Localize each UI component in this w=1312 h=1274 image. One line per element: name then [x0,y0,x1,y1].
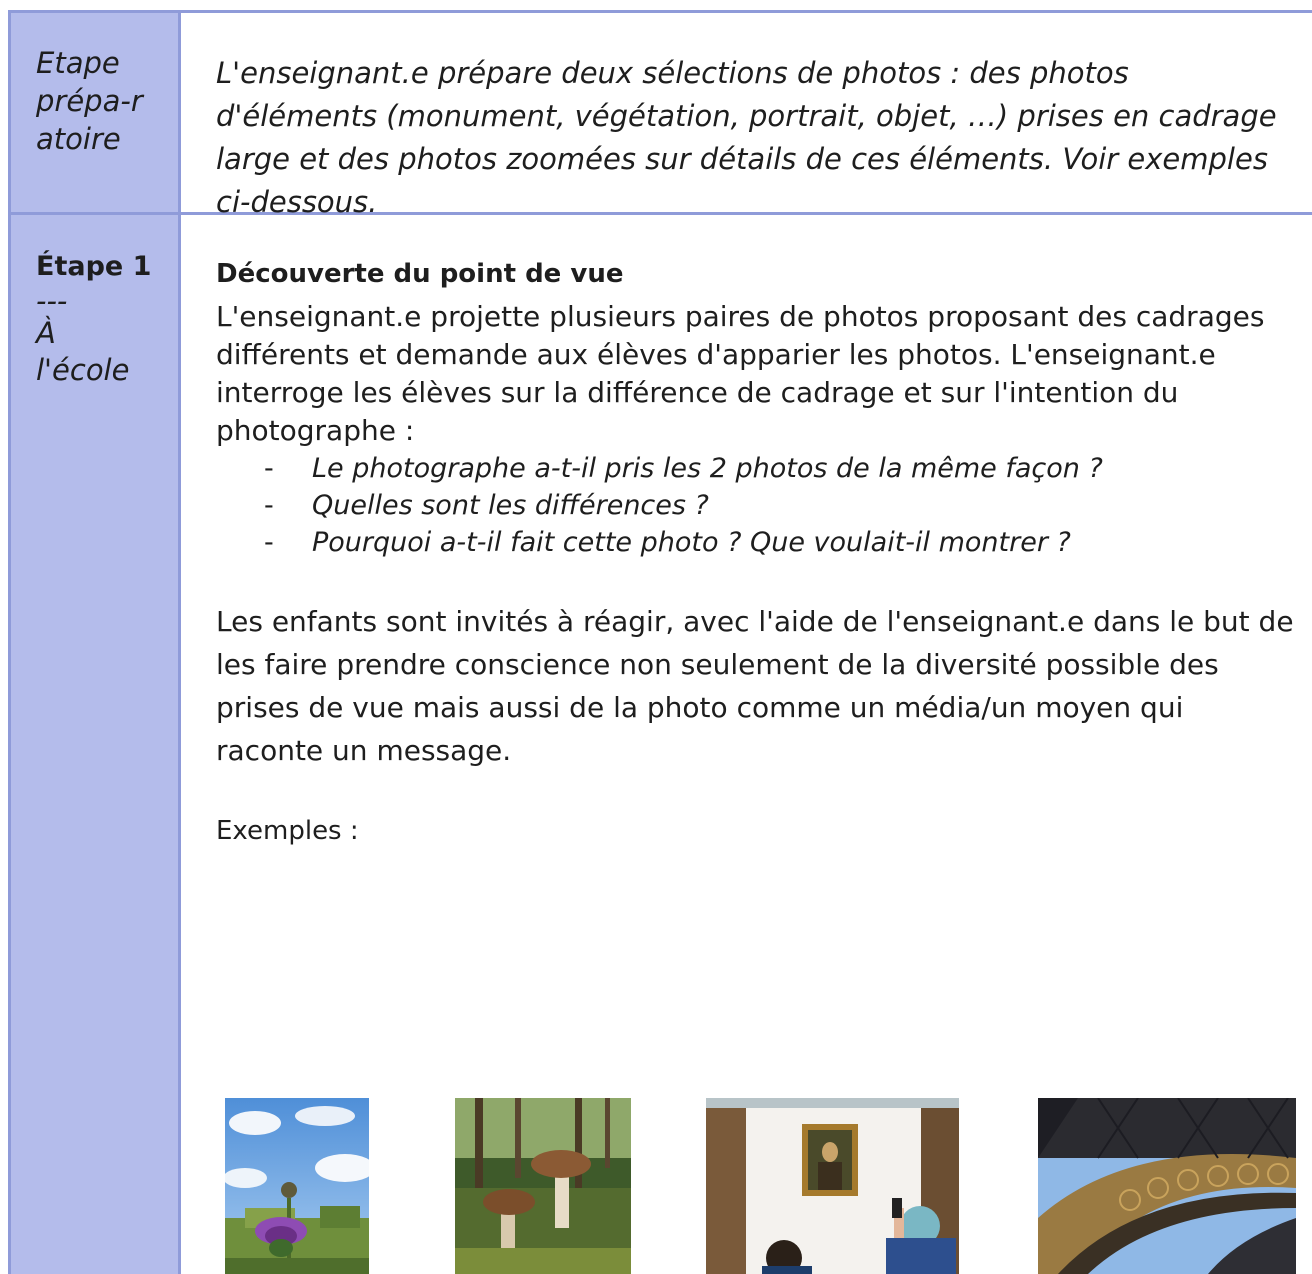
bullet-dash: - [264,453,274,484]
list-item: - Quelles sont les différences ? [264,487,1103,524]
question-list: - Le photographe a-t-il pris les 2 photos… [264,450,1103,561]
museum-image [706,1098,959,1274]
thistle-image [225,1098,369,1274]
photo-mona-lisa [706,1098,959,1274]
prep-label-line: Etape [36,46,120,80]
list-item: - Pourquoi a-t-il fait cette photo ? Que … [264,524,1103,561]
column-divider [178,10,181,1274]
step1-label: Étape 1 --- À l'école [36,248,151,390]
step1-label-place: À [36,316,56,350]
photo-mushrooms [455,1098,631,1274]
step1-label-place: l'école [36,353,130,387]
eiffel-ironwork-image [1038,1098,1296,1274]
photo-thistle [225,1098,369,1274]
prep-label-line: atoire [36,122,121,156]
question-text: Le photographe a-t-il pris les 2 photos … [312,453,1103,484]
bullet-dash: - [264,490,274,521]
step1-intro-paragraph: L'enseignant.e projette plusieurs paires… [216,300,1265,447]
photo-eiffel-detail [1038,1098,1296,1274]
step1-label-title: Étape 1 [36,251,152,282]
prep-step-text: L'enseignant.e prépare deux sélections d… [216,56,1277,219]
table-top-border [10,10,1312,13]
mushrooms-image [455,1098,631,1274]
bullet-dash: - [264,527,274,558]
step1-label-separator: --- [36,284,68,318]
label-column [10,12,178,1274]
step1-title: Découverte du point de vue [216,259,624,289]
prep-step-label: Etape prépa-r atoire [36,44,143,158]
step1-discussion-paragraph: Les enfants sont invités à réagir, avec … [216,605,1294,767]
prep-label-line: prépa-r [36,84,143,118]
table-left-border [8,10,11,1274]
question-text: Quelles sont les différences ? [312,490,709,521]
question-text: Pourquoi a-t-il fait cette photo ? Que v… [312,527,1071,558]
examples-label: Exemples : [216,816,359,846]
list-item: - Le photographe a-t-il pris les 2 photos… [264,450,1103,487]
